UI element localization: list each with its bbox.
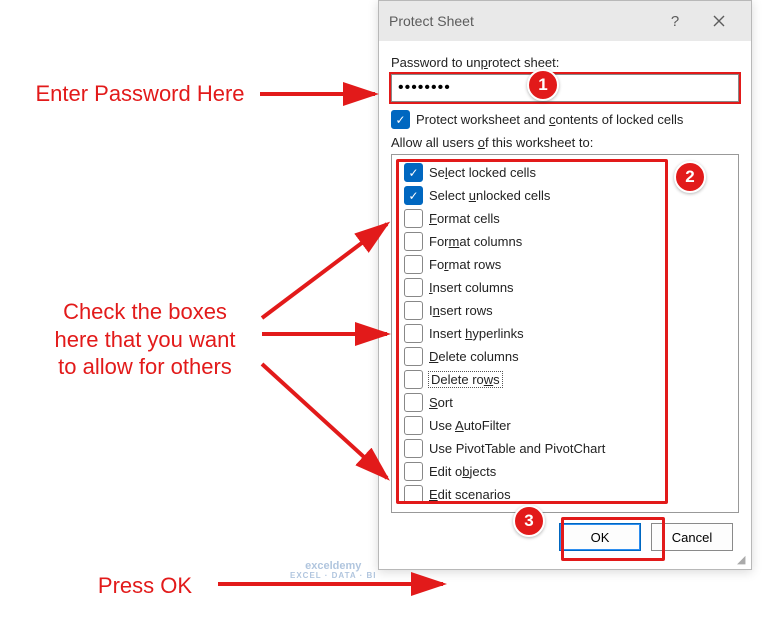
permission-item[interactable]: Delete columns	[404, 345, 730, 368]
arrow-1	[260, 80, 390, 110]
protect-contents-checkbox[interactable]	[391, 110, 410, 129]
permission-checkbox[interactable]	[404, 324, 423, 343]
permission-checkbox[interactable]	[404, 278, 423, 297]
close-button[interactable]	[697, 1, 741, 41]
permission-label: Delete rows	[429, 372, 502, 387]
permission-item[interactable]: Use AutoFilter	[404, 414, 730, 437]
protect-contents-label: Protect worksheet and contents of locked…	[416, 112, 683, 127]
permission-label: Delete columns	[429, 349, 519, 364]
permission-label: Insert hyperlinks	[429, 326, 524, 341]
permission-checkbox[interactable]	[404, 370, 423, 389]
permission-checkbox[interactable]	[404, 186, 423, 205]
permission-item[interactable]: Insert columns	[404, 276, 730, 299]
permission-checkbox[interactable]	[404, 163, 423, 182]
annotation-checkboxes: Check the boxes here that you want to al…	[20, 298, 270, 381]
permission-checkbox[interactable]	[404, 439, 423, 458]
permission-label: Insert columns	[429, 280, 514, 295]
permission-item[interactable]: Format columns	[404, 230, 730, 253]
permission-label: Select locked cells	[429, 165, 536, 180]
protect-contents-row[interactable]: Protect worksheet and contents of locked…	[391, 110, 739, 129]
permission-checkbox[interactable]	[404, 416, 423, 435]
resize-grip[interactable]: ◢	[737, 555, 749, 567]
permissions-list: 2 Select locked cells Select unlocked cel…	[391, 154, 739, 513]
permission-item[interactable]: Edit objects	[404, 460, 730, 483]
close-icon	[713, 15, 725, 27]
help-button[interactable]: ?	[653, 1, 697, 41]
allow-label: Allow all users of this worksheet to:	[391, 135, 739, 150]
permission-checkbox[interactable]	[404, 232, 423, 251]
permission-label: Edit scenarios	[429, 487, 511, 502]
arrow-3	[218, 570, 458, 600]
permission-item[interactable]: Use PivotTable and PivotChart	[404, 437, 730, 460]
permission-label: Sort	[429, 395, 453, 410]
permission-label: Insert rows	[429, 303, 493, 318]
protect-sheet-dialog: Protect Sheet ? Password to unprotect sh…	[378, 0, 752, 570]
annotation-ok: Press OK	[80, 572, 210, 600]
permission-checkbox[interactable]	[404, 301, 423, 320]
permission-item[interactable]: Sort	[404, 391, 730, 414]
annotation-password: Enter Password Here	[10, 80, 270, 108]
permission-item[interactable]: Insert rows	[404, 299, 730, 322]
permission-item[interactable]: Delete rows	[404, 368, 730, 391]
permission-item[interactable]: Insert hyperlinks	[404, 322, 730, 345]
arrow-2a	[262, 218, 402, 328]
callout-1: 1	[527, 69, 559, 101]
permission-checkbox[interactable]	[404, 347, 423, 366]
button-row: 3 OK Cancel	[391, 513, 739, 559]
arrow-2c	[262, 360, 402, 490]
dialog-title: Protect Sheet	[389, 13, 653, 29]
titlebar: Protect Sheet ?	[379, 1, 751, 41]
callout-3: 3	[513, 505, 545, 537]
permission-checkbox[interactable]	[404, 462, 423, 481]
arrow-2b	[262, 320, 402, 350]
permission-label: Edit objects	[429, 464, 496, 479]
permission-checkbox[interactable]	[404, 209, 423, 228]
permission-checkbox[interactable]	[404, 255, 423, 274]
permission-label: Format cells	[429, 211, 500, 226]
permission-label: Format columns	[429, 234, 522, 249]
permission-label: Format rows	[429, 257, 501, 272]
permission-label: Use PivotTable and PivotChart	[429, 441, 605, 456]
callout-2: 2	[674, 161, 706, 193]
permission-checkbox[interactable]	[404, 393, 423, 412]
permission-label: Select unlocked cells	[429, 188, 550, 203]
permission-item[interactable]: Format rows	[404, 253, 730, 276]
cancel-button[interactable]: Cancel	[651, 523, 733, 551]
permission-item[interactable]: Format cells	[404, 207, 730, 230]
password-input[interactable]	[391, 74, 739, 102]
password-label: Password to unprotect sheet:	[391, 55, 739, 70]
permission-label: Use AutoFilter	[429, 418, 511, 433]
ok-button[interactable]: OK	[559, 523, 641, 551]
permission-item[interactable]: Edit scenarios	[404, 483, 730, 506]
permission-checkbox[interactable]	[404, 485, 423, 504]
